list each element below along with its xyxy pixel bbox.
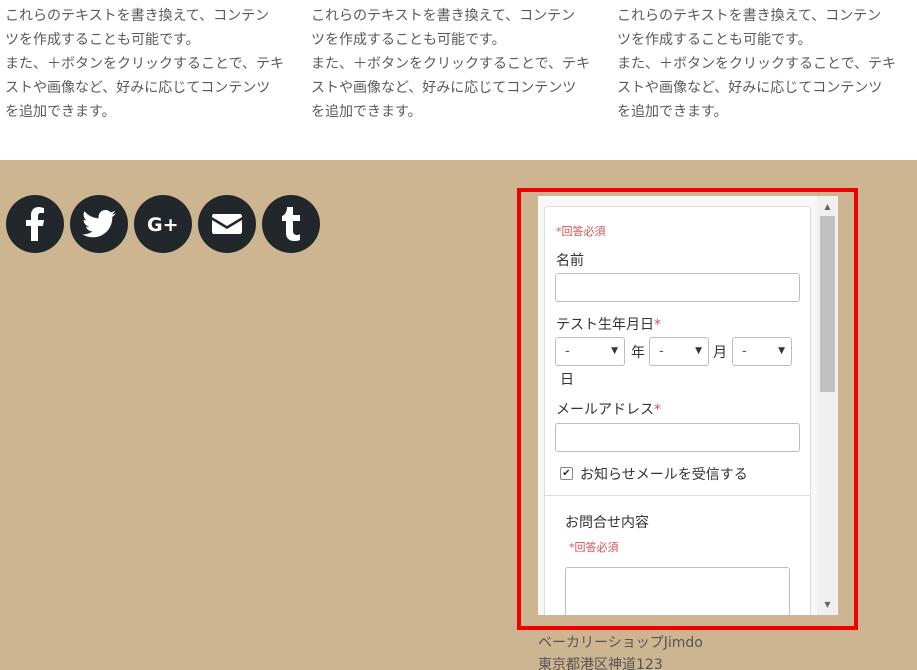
newsletter-label: お知らせメールを受信する bbox=[580, 467, 748, 483]
text-line: ストや画像など、好みに応じてコンテンツ bbox=[311, 80, 577, 96]
divider bbox=[545, 495, 810, 496]
text-line: ストや画像など、好みに応じてコンテンツ bbox=[617, 80, 883, 96]
address-block: ベーカリーショップJimdo 東京都港区神道123 bbox=[538, 632, 703, 670]
required-note: *回答必須 bbox=[556, 225, 606, 238]
text-line: これらのテキストを書き換えて、コンテン bbox=[311, 8, 576, 24]
email-label: メールアドレス* bbox=[556, 399, 661, 419]
newsletter-checkbox[interactable]: ✔ bbox=[560, 467, 573, 480]
text-line: また、＋ボタンをクリックすることで、テキ bbox=[311, 56, 591, 72]
google-plus-button[interactable]: G+ bbox=[134, 195, 192, 253]
inquiry-label: お問合せ内容 bbox=[565, 515, 649, 531]
google-plus-icon: G+ bbox=[147, 214, 179, 235]
required-star: * bbox=[654, 402, 661, 418]
day-select[interactable]: - ▼ bbox=[732, 337, 792, 366]
facebook-icon bbox=[26, 207, 44, 241]
shop-name: ベーカリーショップJimdo bbox=[538, 635, 703, 651]
chevron-down-icon: ▼ bbox=[778, 346, 785, 356]
scroll-thumb[interactable] bbox=[820, 216, 835, 392]
tumblr-button[interactable] bbox=[262, 195, 320, 253]
mail-button[interactable] bbox=[198, 195, 256, 253]
scrollbar[interactable]: ▲ ▼ bbox=[817, 196, 838, 615]
scroll-up-arrow-icon[interactable]: ▲ bbox=[817, 198, 838, 215]
text-column-1: これらのテキストを書き換えて、コンテン ツを作成することも可能です。 また、＋ボ… bbox=[5, 4, 285, 124]
content-section: これらのテキストを書き換えて、コンテン ツを作成することも可能です。 また、＋ボ… bbox=[0, 0, 917, 160]
month-select-value: - bbox=[659, 344, 664, 359]
birthdate-label: テスト生年月日* bbox=[556, 314, 661, 334]
year-suffix: 年 bbox=[631, 345, 645, 361]
text-line: ツを作成することも可能です。 bbox=[5, 32, 200, 48]
month-select[interactable]: - ▼ bbox=[649, 337, 709, 366]
day-suffix: 日 bbox=[560, 372, 574, 388]
svg-text:G+: G+ bbox=[147, 214, 179, 235]
name-label: 名前 bbox=[556, 253, 584, 269]
text-line: これらのテキストを書き換えて、コンテン bbox=[617, 8, 882, 24]
day-select-value: - bbox=[742, 344, 747, 359]
text-line: を追加できます。 bbox=[311, 104, 422, 120]
twitter-icon bbox=[82, 210, 116, 238]
mail-icon bbox=[212, 214, 242, 234]
text-line: ツを作成することも可能です。 bbox=[617, 32, 812, 48]
scroll-down-arrow-icon[interactable]: ▼ bbox=[817, 596, 838, 613]
chevron-down-icon: ▼ bbox=[611, 346, 618, 356]
contact-form-frame: *回答必須 名前 テスト生年月日* - ▼ 年 - ▼ 月 - ▼ 日 メールアドレス… bbox=[538, 196, 838, 615]
email-label-text: メールアドレス bbox=[556, 402, 654, 418]
text-line: を追加できます。 bbox=[617, 104, 728, 120]
inquiry-textarea[interactable] bbox=[565, 567, 790, 615]
text-line: ツを作成することも可能です。 bbox=[311, 32, 506, 48]
twitter-button[interactable] bbox=[70, 195, 128, 253]
shop-address: 東京都港区神道123 bbox=[538, 657, 663, 670]
chevron-down-icon: ▼ bbox=[695, 346, 702, 356]
email-input[interactable] bbox=[555, 423, 800, 452]
year-select-value: - bbox=[565, 344, 570, 359]
text-line: また、＋ボタンをクリックすることで、テキ bbox=[617, 56, 897, 72]
text-column-2: これらのテキストを書き換えて、コンテン ツを作成することも可能です。 また、＋ボ… bbox=[311, 4, 591, 124]
text-line: ストや画像など、好みに応じてコンテンツ bbox=[5, 80, 271, 96]
form-card: *回答必須 名前 テスト生年月日* - ▼ 年 - ▼ 月 - ▼ 日 メールアドレス… bbox=[544, 206, 811, 615]
required-star: * bbox=[654, 317, 661, 333]
text-column-3: これらのテキストを書き換えて、コンテン ツを作成することも可能です。 また、＋ボ… bbox=[617, 4, 897, 124]
social-links: G+ bbox=[6, 195, 326, 253]
name-input[interactable] bbox=[555, 273, 800, 302]
text-line: また、＋ボタンをクリックすることで、テキ bbox=[5, 56, 285, 72]
year-select[interactable]: - ▼ bbox=[555, 337, 625, 366]
inquiry-required-note: *回答必須 bbox=[569, 541, 619, 554]
text-line: これらのテキストを書き換えて、コンテン bbox=[5, 8, 270, 24]
facebook-button[interactable] bbox=[6, 195, 64, 253]
tumblr-icon bbox=[282, 207, 300, 241]
text-line: を追加できます。 bbox=[5, 104, 116, 120]
month-suffix: 月 bbox=[713, 345, 727, 361]
birthdate-label-text: テスト生年月日 bbox=[556, 317, 654, 333]
